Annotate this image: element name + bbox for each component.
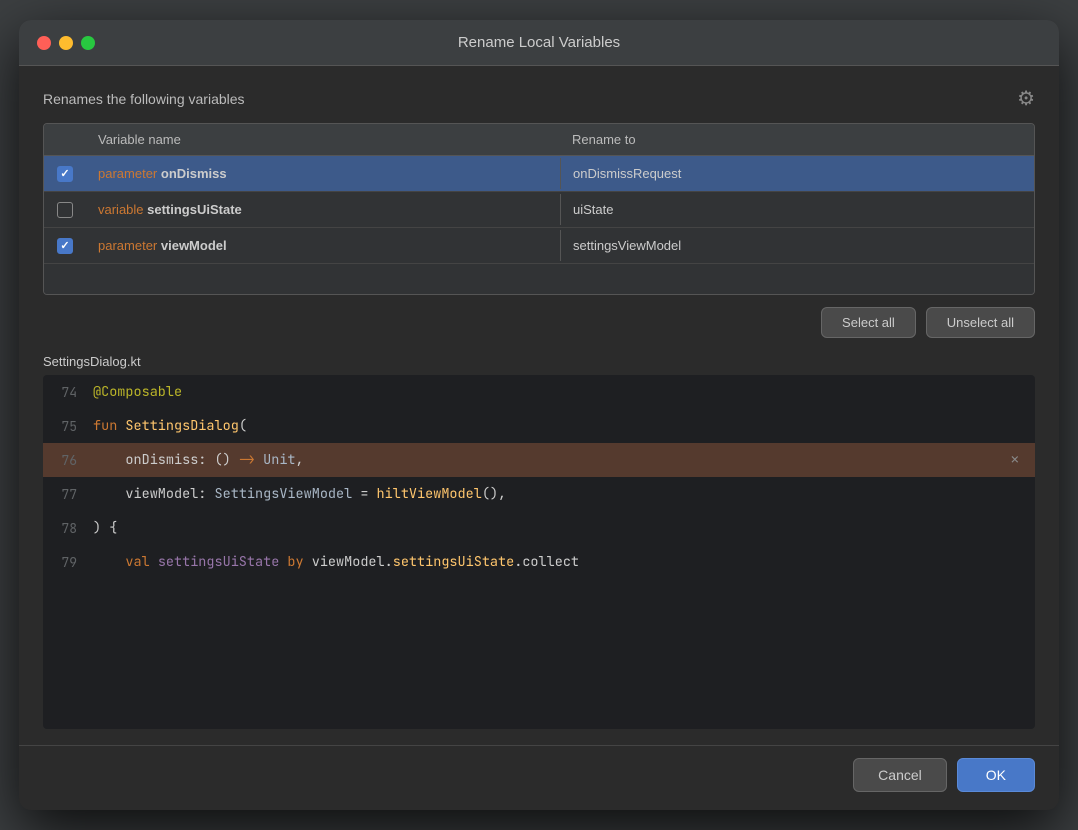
kw-fun: fun [93,417,125,435]
section-label: Renames the following variables [43,91,245,107]
dialog-content: Renames the following variables ⚙ Variab… [19,66,1059,745]
dialog-footer: Cancel OK [19,745,1059,810]
var-keyword-3: parameter [98,238,161,253]
collect-method: settingsUiState [393,553,515,571]
unit-type: Unit [263,451,295,469]
row-checkbox-2[interactable] [57,202,73,218]
rename-value-2: uiState [573,202,613,217]
line-content-76: onDismiss: () -> Unit, [93,449,1035,471]
line-num-79: 79 [43,554,93,571]
ondismiss-param: onDismiss: () [125,451,238,469]
annotation-composable: @Composable [93,383,182,401]
settings-var: settingsUiState [158,553,280,571]
line-num-78: 78 [43,520,93,537]
close-highlight-icon[interactable]: ✕ [1011,451,1019,469]
vm-type: SettingsViewModel [215,485,353,503]
code-line-76: 76 onDismiss: () -> Unit, ✕ [43,443,1035,477]
col-rename-to: Rename to [560,124,1034,155]
var-name-cell-1: parameter onDismiss [86,158,560,189]
arrow: -> [239,451,263,469]
minimize-button[interactable] [59,36,73,50]
line-num-75: 75 [43,418,93,435]
line-num-74: 74 [43,384,93,401]
line-num-76: 76 [43,452,93,469]
line-content-74: @Composable [93,381,1035,403]
var-bold-name-2: settingsUiState [147,202,242,217]
var-keyword-2: variable [98,202,147,217]
unselect-all-button[interactable]: Unselect all [926,307,1035,338]
select-all-button[interactable]: Select all [821,307,916,338]
var-bold-name-1: onDismiss [161,166,227,181]
line-num-77: 77 [43,486,93,503]
rename-dialog: Rename Local Variables Renames the follo… [19,20,1059,810]
eq77: = [352,485,376,503]
close-button[interactable] [37,36,51,50]
traffic-lights [37,36,95,50]
cancel-button[interactable]: Cancel [853,758,947,792]
rename-cell-1: onDismissRequest [560,158,1034,189]
collect-suffix: .collect [514,553,579,571]
checkbox-cell-2 [44,198,86,222]
title-bar: Rename Local Variables [19,20,1059,66]
code-line-74: 74 @Composable [43,375,1035,409]
line-content-77: viewModel: SettingsViewModel = hiltViewM… [93,483,1035,505]
table-empty-row [44,264,1034,294]
code-line-78: 78 ) { [43,511,1035,545]
code-line-77: 77 viewModel: SettingsViewModel = hiltVi… [43,477,1035,511]
table-row: variable settingsUiState uiState [44,192,1034,228]
line-content-75: fun SettingsDialog( [93,415,1035,437]
hilt-parens: (), [482,485,506,503]
gear-icon[interactable]: ⚙ [1017,86,1035,111]
variables-table: Variable name Rename to parameter onDism… [43,123,1035,295]
line-content-79: val settingsUiState by viewModel.setting… [93,551,1035,573]
row-checkbox-1[interactable] [57,166,73,182]
var-name-cell-2: variable settingsUiState [86,194,560,225]
rename-value-1: onDismissRequest [573,166,681,181]
col-checkbox [44,124,86,155]
row-checkbox-3[interactable] [57,238,73,254]
val-kw: val [125,553,157,571]
vm-param: viewModel: [125,485,214,503]
var-keyword-1: parameter [98,166,161,181]
rename-cell-3: settingsViewModel [560,230,1034,261]
selection-buttons: Select all Unselect all [43,307,1035,338]
hilt-fn: hiltViewModel [377,485,482,503]
code-line-75: 75 fun SettingsDialog( [43,409,1035,443]
col-variable-name: Variable name [86,124,560,155]
ok-button[interactable]: OK [957,758,1035,792]
table-row: parameter onDismiss onDismissRequest [44,156,1034,192]
table-header: Variable name Rename to [44,124,1034,156]
var-name-cell-3: parameter viewModel [86,230,560,261]
table-row: parameter viewModel settingsViewModel [44,228,1034,264]
code-line-79: 79 val settingsUiState by viewModel.sett… [43,545,1035,579]
var-bold-name-3: viewModel [161,238,227,253]
file-label: SettingsDialog.kt [43,354,1035,369]
checkbox-cell-1 [44,162,86,186]
by-kw: by [287,553,311,571]
checkbox-cell-3 [44,234,86,258]
comma76: , [296,451,304,469]
line-content-78: ) { [93,517,1035,539]
fn-name: SettingsDialog [125,417,238,435]
code-block: 74 @Composable 75 fun SettingsDialog( 76… [43,375,1035,729]
section-header: Renames the following variables ⚙ [43,86,1035,111]
rename-value-3: settingsViewModel [573,238,681,253]
close-paren78: ) { [93,519,117,537]
paren-open: ( [239,417,247,435]
dialog-title: Rename Local Variables [458,34,620,51]
maximize-button[interactable] [81,36,95,50]
vm-ref: viewModel. [312,553,393,571]
rename-cell-2: uiState [560,194,1034,225]
